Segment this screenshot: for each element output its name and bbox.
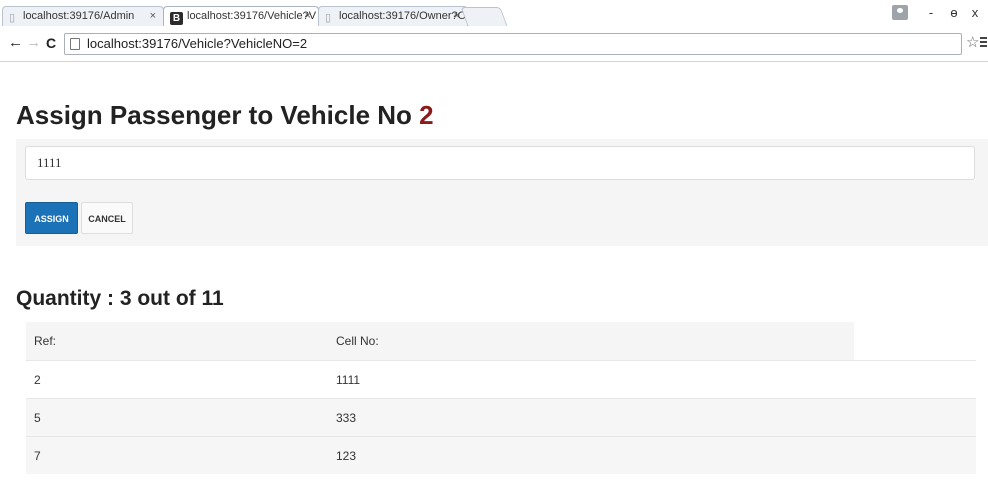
assign-button[interactable]: ASSIGN <box>25 202 78 234</box>
passenger-table: Ref: Cell No: 2 1111 5 333 7 123 <box>26 322 976 474</box>
page-title: Assign Passenger to Vehicle No 2 <box>16 99 434 131</box>
table-header-row: Ref: Cell No: <box>26 322 976 360</box>
cell-no-cell: 123 <box>336 449 357 463</box>
page-content: Assign Passenger to Vehicle No 2 1111 AS… <box>0 63 988 501</box>
cancel-button[interactable]: CANCEL <box>81 202 133 234</box>
url-text[interactable]: localhost:39176/Vehicle?VehicleNO=2 <box>87 34 307 54</box>
ref-cell: 7 <box>34 449 41 463</box>
user-profile-icon[interactable] <box>892 5 908 20</box>
tab-close-icon[interactable]: × <box>305 7 311 26</box>
browser-toolbar: ← → C localhost:39176/Vehicle?VehicleNO=… <box>0 26 988 62</box>
table-row: 5 333 <box>26 398 976 436</box>
table-row: 2 1111 <box>26 360 976 398</box>
tab-label: localhost:39176/Admin <box>23 10 135 22</box>
ref-cell: 5 <box>34 411 41 425</box>
tab-admin[interactable]: ▯ localhost:39176/Admin × <box>2 6 164 26</box>
reload-icon[interactable]: C <box>46 34 56 52</box>
forward-arrow-icon[interactable]: → <box>26 34 41 52</box>
quantity-heading: Quantity : 3 out of 11 <box>16 287 224 310</box>
page-icon: ▯ <box>325 12 332 24</box>
page-icon: ▯ <box>9 12 16 24</box>
table-row: 7 123 <box>26 436 976 474</box>
cell-no-cell: 1111 <box>336 373 361 387</box>
browser-tab-bar: ▯ localhost:39176/Admin × Blocalhost:3917… <box>0 0 988 26</box>
tab-label: localhost:39176/Owner?O <box>339 10 467 22</box>
page-icon <box>70 38 80 50</box>
assign-form: 1111 ASSIGN CANCEL <box>16 139 988 246</box>
column-header-ref: Ref: <box>34 334 57 348</box>
tab-label: localhost:39176/Vehicle?V <box>187 10 317 22</box>
bootstrap-icon: B <box>170 12 183 25</box>
maximize-icon[interactable]: ɵ <box>947 4 961 22</box>
column-header-cell-no: Cell No: <box>336 334 379 348</box>
tab-close-icon[interactable]: × <box>150 7 156 26</box>
cell-no-cell: 333 <box>336 411 357 425</box>
ref-cell: 2 <box>34 373 41 387</box>
back-arrow-icon[interactable]: ← <box>8 34 23 52</box>
title-text: Assign Passenger to Vehicle No <box>16 100 420 130</box>
vehicle-number: 2 <box>419 100 434 130</box>
passenger-cell-input[interactable]: 1111 <box>25 146 975 180</box>
new-tab-button[interactable] <box>460 7 508 26</box>
address-bar[interactable]: localhost:39176/Vehicle?VehicleNO=2 <box>64 33 962 55</box>
tab-vehicle[interactable]: Blocalhost:39176/Vehicle?V × <box>163 6 319 26</box>
menu-icon[interactable] <box>980 37 987 49</box>
bookmark-star-icon[interactable]: ☆ <box>966 35 979 51</box>
tab-close-icon[interactable]: × <box>454 7 460 26</box>
tab-owner[interactable]: ▯ localhost:39176/Owner?O × <box>318 6 468 26</box>
window-close-icon[interactable]: x <box>968 4 982 22</box>
minimize-icon[interactable]: - <box>924 4 938 22</box>
